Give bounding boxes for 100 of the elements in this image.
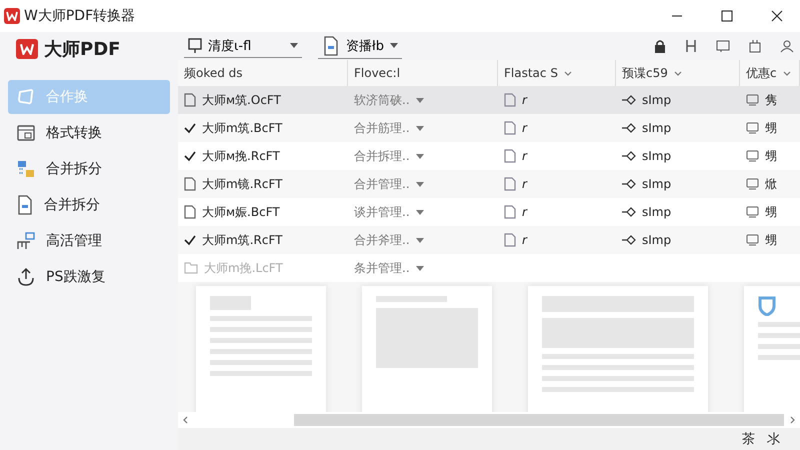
link-icon (622, 94, 636, 106)
monitor-icon (746, 206, 759, 218)
chevron-icon[interactable] (564, 69, 572, 77)
file-icon (184, 205, 196, 219)
chat-icon[interactable] (716, 39, 730, 53)
mode-cell: sImp (616, 114, 740, 142)
check-icon (184, 234, 196, 246)
document-icon (322, 36, 340, 56)
type-cell: 软济筒硖.. (348, 86, 498, 114)
mode-cell: sImp (616, 226, 740, 254)
merge-icon (16, 159, 36, 179)
type-cell: 条并管理.. (348, 254, 498, 282)
chevron-icon[interactable] (182, 416, 190, 424)
file-icon (504, 149, 516, 163)
caret-icon (416, 126, 424, 130)
caret-icon (416, 238, 424, 242)
chevron-icon[interactable] (788, 416, 796, 424)
tray-icon[interactable] (748, 39, 762, 53)
caret-icon (416, 210, 424, 214)
extra-cell: 甥 (740, 198, 800, 226)
window-icon (16, 123, 36, 143)
column-header[interactable]: 频oked ds (178, 60, 348, 86)
monitor-icon (746, 122, 759, 134)
column-header[interactable]: 预谍c59 (616, 60, 740, 86)
sidebar-item[interactable]: 合并拆分 (8, 188, 170, 222)
link-icon (622, 122, 636, 134)
extra-cell: 焮 (740, 170, 800, 198)
file-icon (504, 177, 516, 191)
toolbar-dropdown[interactable]: 清度ι-fl (184, 34, 302, 58)
mode-cell: sImp (616, 86, 740, 114)
flag-cell: r (498, 114, 616, 142)
app-logo (4, 8, 20, 24)
caret-icon (290, 43, 298, 48)
chevron-icon[interactable] (674, 69, 682, 77)
sidebar-item[interactable]: 格式转换 (8, 116, 170, 150)
flag-cell: r (498, 170, 616, 198)
check-icon (184, 122, 196, 134)
type-cell: 合并管理.. (348, 170, 498, 198)
link-icon (622, 178, 636, 190)
flag-cell: r (498, 226, 616, 254)
file-name-cell: 大师м挽.RcFT (178, 142, 348, 170)
maximize-icon (721, 10, 733, 22)
extra-cell: 甥 (740, 226, 800, 254)
file-name-cell: 大师m挽.LcFT (178, 254, 348, 282)
column-header[interactable]: Flastac S (498, 60, 616, 86)
hierarchy-icon (16, 231, 36, 251)
link-icon (622, 234, 636, 246)
link-icon (622, 150, 636, 162)
document-thumbnail[interactable] (362, 286, 492, 412)
shield-icon (758, 296, 776, 316)
file-name-cell: 大师m镜.RcFT (178, 170, 348, 198)
type-cell: 合并斧理.. (348, 226, 498, 254)
caret-icon (390, 43, 398, 48)
monitor-icon (746, 234, 759, 246)
document-icon (16, 195, 34, 215)
type-cell: 合并筋理.. (348, 114, 498, 142)
toolbar-dropdown[interactable]: 资播łb (318, 34, 402, 58)
file-icon (504, 93, 516, 107)
file-icon (504, 233, 516, 247)
column-header[interactable]: 优惠c (740, 60, 800, 86)
monitor-icon (746, 150, 759, 162)
file-name-cell: 大师м筑.OcFT (178, 86, 348, 114)
flag-cell: r (498, 142, 616, 170)
caret-icon (416, 266, 424, 270)
caret-icon (416, 182, 424, 186)
brand-name: 大师PDF (44, 38, 120, 61)
check-icon (184, 150, 196, 162)
brand-logo (16, 39, 38, 59)
extra-cell: 甥 (740, 142, 800, 170)
flag-cell: r (498, 198, 616, 226)
document-thumbnail[interactable] (528, 286, 708, 412)
file-icon (504, 121, 516, 135)
mode-cell: sImp (616, 170, 740, 198)
user-icon[interactable] (780, 39, 794, 53)
note-icon (16, 87, 36, 107)
sidebar-item[interactable]: 合并拆分 (8, 152, 170, 186)
split-icon[interactable] (684, 39, 698, 53)
file-name-cell: 大师м娠.BcFT (178, 198, 348, 226)
type-cell: 合并拆理.. (348, 142, 498, 170)
mode-cell: sImp (616, 198, 740, 226)
upload-icon (16, 267, 36, 287)
file-icon (504, 205, 516, 219)
caret-icon (416, 154, 424, 158)
window-title: W大师PDF转换器 (24, 7, 136, 25)
monitor-icon (188, 38, 202, 54)
file-name-cell: 大师m筑.BcFT (178, 114, 348, 142)
lock-icon[interactable] (654, 39, 666, 53)
chevron-icon[interactable] (782, 69, 791, 77)
type-cell: 谈并管理.. (348, 198, 498, 226)
monitor-icon (746, 94, 759, 106)
extra-cell: 隽 (740, 86, 800, 114)
column-header[interactable]: Flovec:l (348, 60, 498, 86)
document-thumbnail[interactable] (196, 286, 326, 412)
flag-cell: r (498, 86, 616, 114)
status-item: 茶 (742, 431, 755, 448)
close-icon (771, 10, 783, 22)
sidebar-item[interactable]: 高活管理 (8, 224, 170, 258)
extra-cell: 甥 (740, 114, 800, 142)
sidebar-item[interactable]: PS跌激复 (8, 260, 170, 294)
file-icon (184, 93, 196, 107)
